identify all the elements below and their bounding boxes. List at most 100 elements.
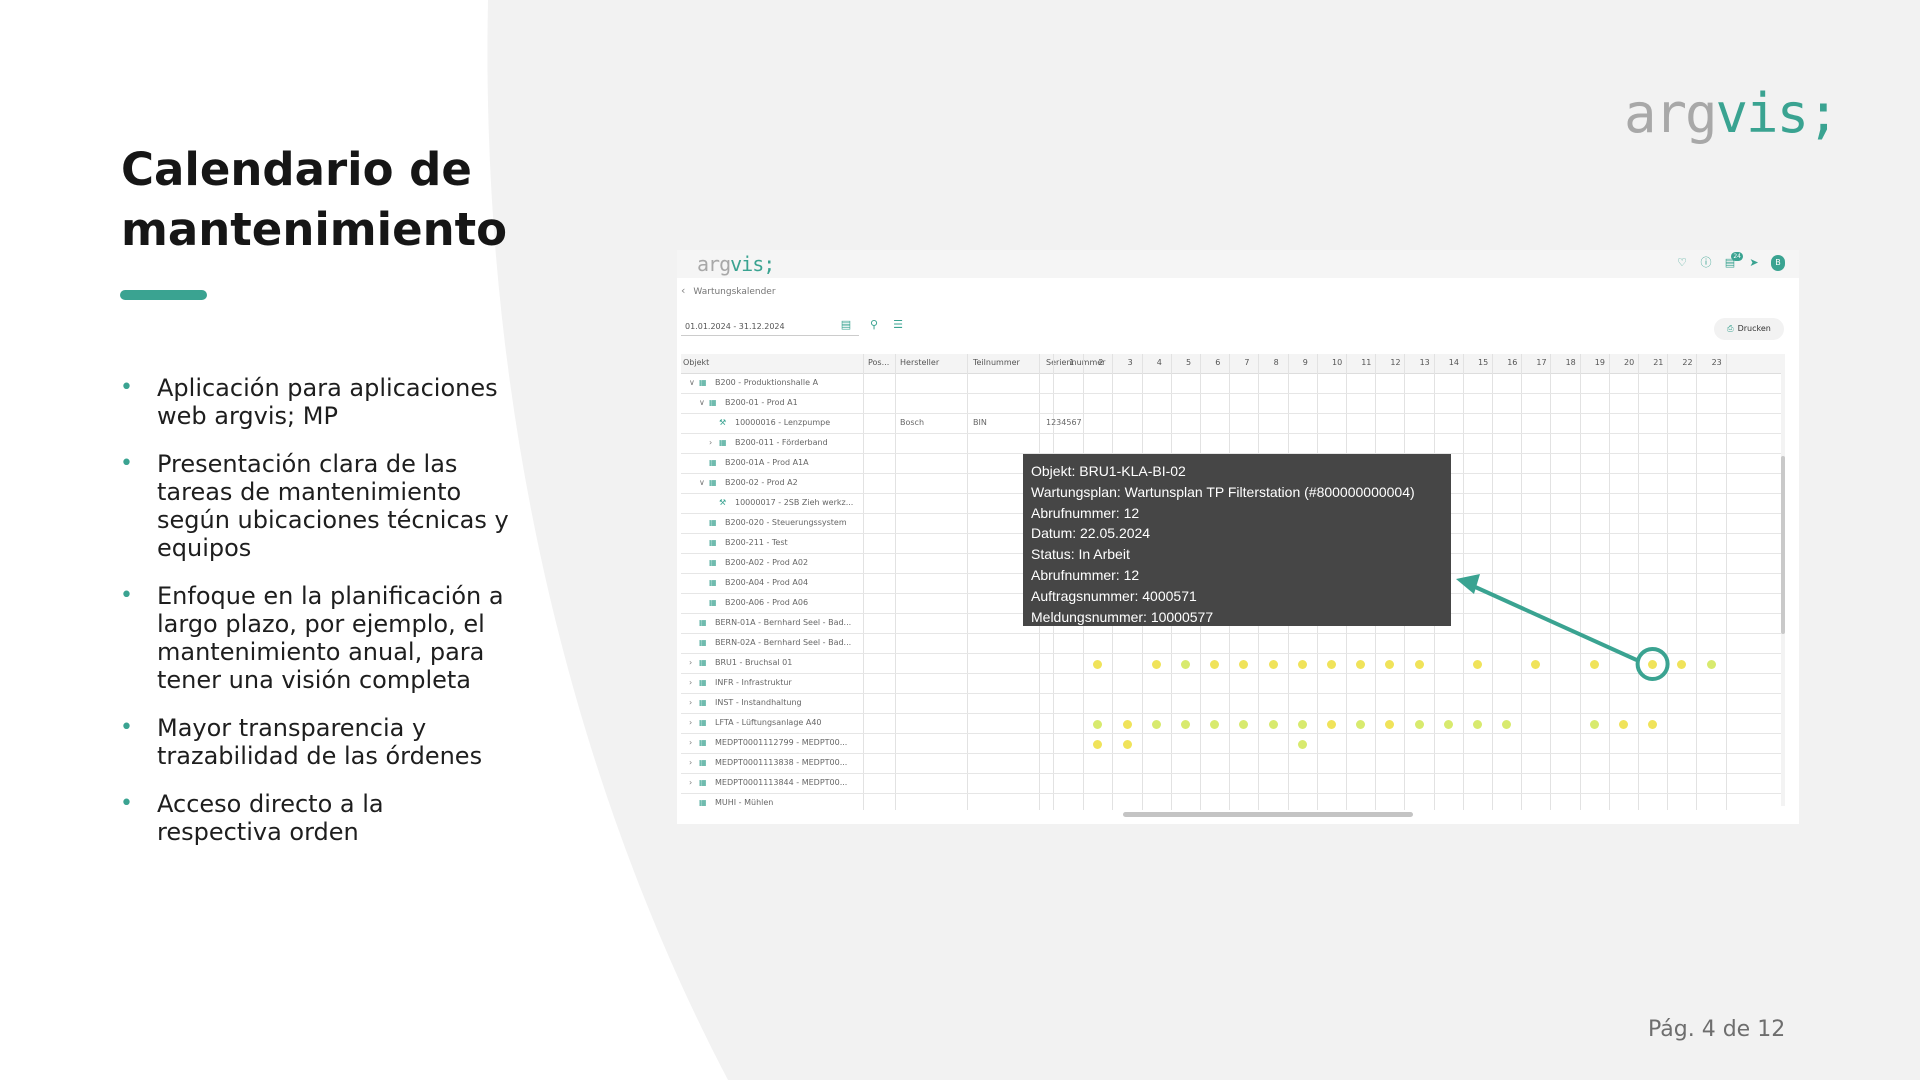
- maintenance-order-dot[interactable]: [1239, 719, 1249, 729]
- maintenance-order-dot[interactable]: [1677, 659, 1687, 669]
- column-header-day[interactable]: 19: [1595, 358, 1605, 367]
- send-icon[interactable]: ➤: [1747, 256, 1761, 270]
- table-row[interactable]: ▦ BERN-02A - Bernhard Seel - Bad...: [681, 634, 1785, 654]
- expand-toggle-icon[interactable]: ›: [689, 678, 699, 687]
- table-row[interactable]: › ▦ INST - Instandhaltung: [681, 694, 1785, 714]
- table-row[interactable]: › ▦ INFR - Infrastruktur: [681, 674, 1785, 694]
- table-row[interactable]: ∨ ▦ B200 - Produktionshalle A: [681, 374, 1785, 394]
- maintenance-order-dot[interactable]: [1180, 719, 1190, 729]
- horizontal-scroll-thumb[interactable]: [1123, 812, 1413, 817]
- column-header-seriennummer[interactable]: Seriennummer: [1046, 358, 1105, 367]
- expand-toggle-icon[interactable]: ›: [689, 758, 699, 767]
- horizontal-scrollbar[interactable]: [1123, 812, 1783, 817]
- vertical-scrollbar[interactable]: [1781, 370, 1785, 806]
- back-arrow-icon[interactable]: ‹: [681, 284, 685, 297]
- column-header-day[interactable]: 18: [1566, 358, 1576, 367]
- maintenance-order-dot[interactable]: [1706, 659, 1716, 669]
- maintenance-order-dot[interactable]: [1268, 659, 1278, 669]
- maintenance-order-dot[interactable]: [1239, 659, 1249, 669]
- calendar-icon[interactable]: ▤: [839, 318, 853, 332]
- avatar[interactable]: B: [1771, 255, 1785, 271]
- maintenance-order-dot[interactable]: [1122, 719, 1132, 729]
- column-header-day[interactable]: 1: [1069, 358, 1074, 367]
- table-row[interactable]: › ▦ MEDPT0001113844 - MEDPT00...: [681, 774, 1785, 794]
- maintenance-order-dot[interactable]: [1472, 719, 1482, 729]
- table-row[interactable]: › ▦ BRU1 - Bruchsal 01: [681, 654, 1785, 674]
- vertical-scroll-thumb[interactable]: [1781, 456, 1785, 634]
- table-row[interactable]: › ▦ MEDPT0001113838 - MEDPT00...: [681, 754, 1785, 774]
- column-header-day[interactable]: 21: [1653, 358, 1663, 367]
- maintenance-order-dot[interactable]: [1414, 659, 1424, 669]
- maintenance-order-dot[interactable]: [1326, 659, 1336, 669]
- column-header-day[interactable]: 16: [1507, 358, 1517, 367]
- column-header-day[interactable]: 20: [1624, 358, 1634, 367]
- expand-toggle-icon[interactable]: ›: [689, 658, 699, 667]
- expand-toggle-icon[interactable]: ∨: [699, 398, 709, 407]
- expand-toggle-icon[interactable]: ›: [689, 738, 699, 747]
- maintenance-order-dot[interactable]: [1122, 739, 1132, 749]
- column-header-day[interactable]: 12: [1390, 358, 1400, 367]
- maintenance-order-dot[interactable]: [1385, 659, 1395, 669]
- maintenance-order-dot[interactable]: [1151, 719, 1161, 729]
- maintenance-order-dot[interactable]: [1268, 719, 1278, 729]
- maintenance-order-dot[interactable]: [1531, 659, 1541, 669]
- column-header-day[interactable]: 14: [1449, 358, 1459, 367]
- column-header-teilnummer[interactable]: Teilnummer: [973, 358, 1020, 367]
- table-row[interactable]: › ▦ B200-011 - Förderband: [681, 434, 1785, 454]
- date-range-input[interactable]: [681, 318, 859, 336]
- column-header-day[interactable]: 8: [1274, 358, 1279, 367]
- maintenance-order-dot[interactable]: [1093, 719, 1103, 729]
- app-logo[interactable]: argvis;: [697, 252, 775, 276]
- expand-toggle-icon[interactable]: ∨: [699, 478, 709, 487]
- maintenance-order-dot[interactable]: [1502, 719, 1512, 729]
- maintenance-order-dot[interactable]: [1297, 719, 1307, 729]
- column-header-day[interactable]: 11: [1361, 358, 1371, 367]
- maintenance-order-dot[interactable]: [1618, 719, 1628, 729]
- maintenance-order-dot[interactable]: [1648, 659, 1658, 669]
- table-row[interactable]: ∨ ▦ B200-01 - Prod A1: [681, 394, 1785, 414]
- column-header-day[interactable]: 23: [1712, 358, 1722, 367]
- column-header-objekt[interactable]: Objekt: [683, 358, 709, 367]
- maintenance-order-dot[interactable]: [1093, 739, 1103, 749]
- maintenance-order-dot[interactable]: [1297, 659, 1307, 669]
- maintenance-order-dot[interactable]: [1589, 719, 1599, 729]
- column-header-day[interactable]: 15: [1478, 358, 1488, 367]
- column-header-day[interactable]: 5: [1186, 358, 1191, 367]
- maintenance-order-dot[interactable]: [1210, 719, 1220, 729]
- expand-toggle-icon[interactable]: ›: [689, 698, 699, 707]
- maintenance-order-dot[interactable]: [1648, 719, 1658, 729]
- expand-toggle-icon[interactable]: ›: [689, 718, 699, 727]
- maintenance-order-dot[interactable]: [1093, 659, 1103, 669]
- maintenance-order-dot[interactable]: [1356, 659, 1366, 669]
- column-header-day[interactable]: 7: [1244, 358, 1249, 367]
- column-header-day[interactable]: 6: [1215, 358, 1220, 367]
- maintenance-order-dot[interactable]: [1443, 719, 1453, 729]
- maintenance-order-dot[interactable]: [1385, 719, 1395, 729]
- column-header-day[interactable]: 10: [1332, 358, 1342, 367]
- expand-toggle-icon[interactable]: ›: [709, 438, 719, 447]
- notes-icon[interactable]: ▤ 24: [1723, 252, 1743, 270]
- column-header-pos[interactable]: Pos...: [868, 358, 889, 367]
- maintenance-order-dot[interactable]: [1472, 659, 1482, 669]
- print-button[interactable]: ⎙ Drucken: [1714, 318, 1784, 340]
- column-header-day[interactable]: 4: [1157, 358, 1162, 367]
- maintenance-order-dot[interactable]: [1326, 719, 1336, 729]
- column-header-day[interactable]: 17: [1536, 358, 1546, 367]
- expand-toggle-icon[interactable]: ∨: [689, 378, 699, 387]
- column-header-day[interactable]: 3: [1128, 358, 1133, 367]
- maintenance-order-dot[interactable]: [1414, 719, 1424, 729]
- search-filter-icon[interactable]: ⚲: [867, 318, 881, 332]
- column-header-day[interactable]: 13: [1420, 358, 1430, 367]
- info-icon[interactable]: ⓘ: [1699, 256, 1713, 270]
- maintenance-order-dot[interactable]: [1356, 719, 1366, 729]
- table-row[interactable]: › ▦ MEDPT0001112799 - MEDPT00...: [681, 734, 1785, 754]
- table-row[interactable]: ▦ MUHI - Mühlen: [681, 794, 1785, 810]
- column-header-day[interactable]: 2: [1098, 358, 1103, 367]
- column-header-day[interactable]: 9: [1303, 358, 1308, 367]
- maintenance-order-dot[interactable]: [1180, 659, 1190, 669]
- column-header-hersteller[interactable]: Hersteller: [900, 358, 939, 367]
- maintenance-order-dot[interactable]: [1589, 659, 1599, 669]
- bell-icon[interactable]: ♡: [1675, 256, 1689, 270]
- column-header-day[interactable]: 22: [1682, 358, 1692, 367]
- expand-toggle-icon[interactable]: ›: [689, 778, 699, 787]
